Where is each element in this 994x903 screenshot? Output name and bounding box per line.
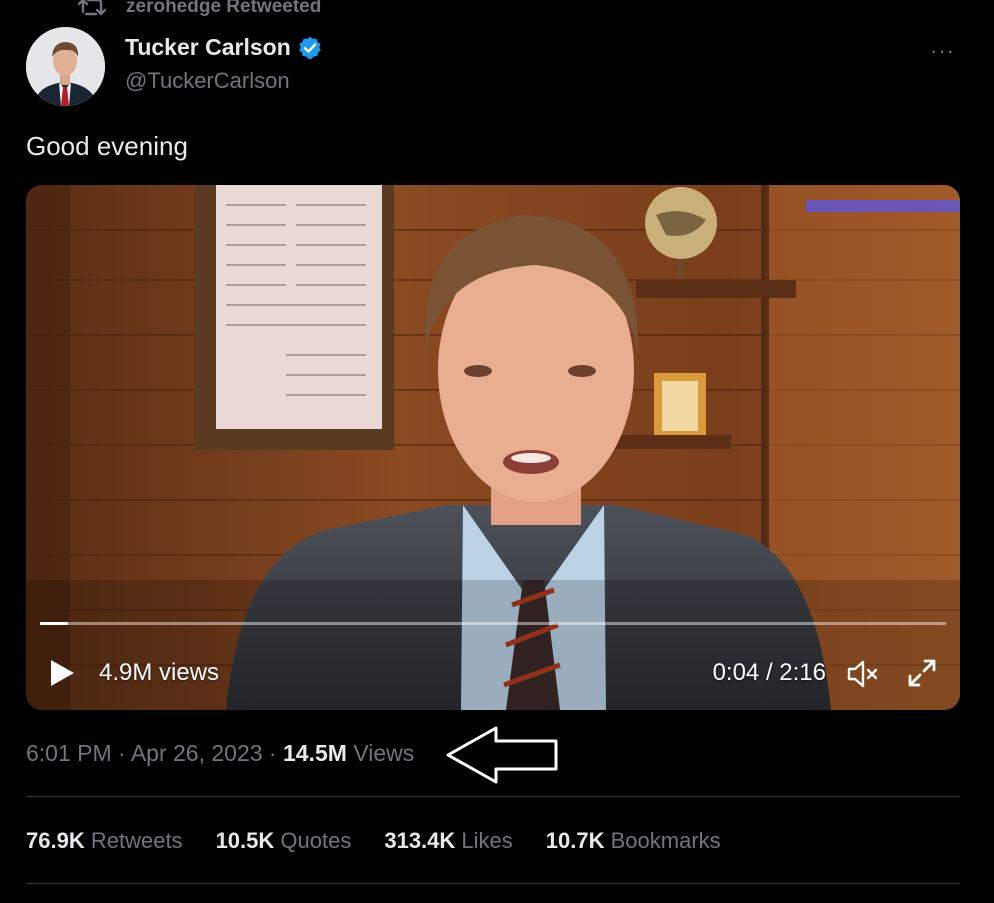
divider xyxy=(26,796,960,797)
tweet-time[interactable]: 6:01 PM xyxy=(26,740,112,766)
likes-stat[interactable]: 313.4K Likes xyxy=(384,828,512,854)
video-timestamp: 0:04 / 2:16 xyxy=(712,659,826,686)
verified-badge-icon xyxy=(298,36,321,59)
quotes-label: Quotes xyxy=(280,828,352,853)
video-progress-fill xyxy=(40,622,69,625)
likes-count: 313.4K xyxy=(384,828,456,853)
video-views-count: 4.9M views xyxy=(99,659,220,686)
likes-label: Likes xyxy=(461,828,513,853)
play-icon[interactable] xyxy=(48,658,76,688)
bookmarks-count: 10.7K xyxy=(545,828,605,853)
retweet-icon xyxy=(78,0,106,16)
meta-separator: · xyxy=(111,740,131,766)
retweets-stat[interactable]: 76.9K Retweets xyxy=(26,828,183,854)
fullscreen-icon[interactable] xyxy=(906,657,938,689)
retweets-label: Retweets xyxy=(90,828,183,853)
video-frame xyxy=(26,185,960,710)
meta-separator: · xyxy=(262,740,283,766)
tweet-date[interactable]: Apr 26, 2023 xyxy=(131,740,263,766)
more-options-button[interactable]: ··· xyxy=(930,38,955,64)
video-progress-bar[interactable] xyxy=(40,622,946,625)
engagement-stats: 76.9K Retweets 10.5K Quotes 313.4K Likes… xyxy=(26,828,721,854)
avatar-image xyxy=(26,27,105,106)
mute-icon[interactable] xyxy=(846,659,880,689)
retweet-header[interactable]: zerohedge Retweeted xyxy=(78,0,321,20)
quotes-count: 10.5K xyxy=(215,828,275,853)
author-handle[interactable]: @TuckerCarlson xyxy=(125,68,290,94)
bookmarks-stat[interactable]: 10.7K Bookmarks xyxy=(546,828,721,854)
tweet-metadata: 6:01 PM · Apr 26, 2023 · 14.5M Views xyxy=(26,740,414,767)
quotes-stat[interactable]: 10.5K Quotes xyxy=(216,828,352,854)
video-player[interactable]: 4.9M views 0:04 / 2:16 xyxy=(26,185,960,710)
divider xyxy=(26,883,960,884)
tweet-text: Good evening xyxy=(26,131,188,161)
views-count: 14.5M xyxy=(283,740,347,766)
author-name-row[interactable]: Tucker Carlson xyxy=(125,34,323,61)
retweet-header-text: zerohedge Retweeted xyxy=(126,0,322,17)
views-label: Views xyxy=(353,740,415,766)
author-name[interactable]: Tucker Carlson xyxy=(125,34,291,61)
retweets-count: 76.9K xyxy=(26,828,85,853)
avatar[interactable] xyxy=(26,27,105,106)
annotation-arrow-icon xyxy=(446,726,558,784)
bookmarks-label: Bookmarks xyxy=(610,828,721,853)
